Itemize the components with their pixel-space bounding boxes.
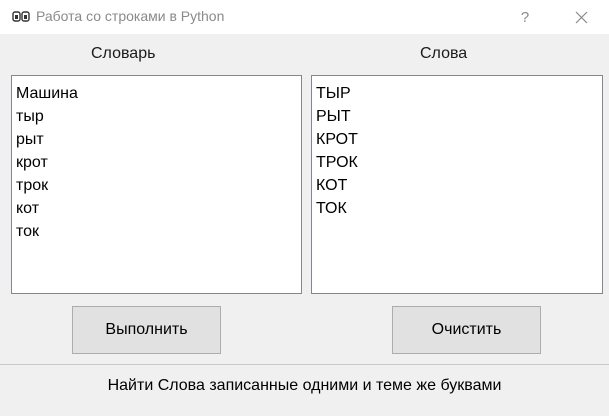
help-button[interactable]: ?: [502, 0, 548, 34]
clear-button[interactable]: Очистить: [392, 306, 541, 354]
list-item[interactable]: Машина: [16, 82, 301, 105]
divider: [0, 364, 609, 365]
run-button[interactable]: Выполнить: [72, 306, 221, 354]
words-label: Слова: [420, 45, 468, 62]
list-item[interactable]: тыр: [16, 105, 301, 128]
title-bar[interactable]: Работа со строками в Python ?: [0, 0, 609, 34]
status-text: Найти Слова записанные одними и теме же …: [107, 377, 502, 394]
list-item[interactable]: КРОТ: [316, 128, 602, 151]
words-listbox[interactable]: ТЫР РЫТ КРОТ ТРОК КОТ ТОК: [311, 75, 603, 294]
main-window: Работа со строками в Python ? Словарь Сл…: [0, 0, 609, 416]
list-item[interactable]: ток: [16, 220, 301, 243]
list-item[interactable]: ТРОК: [316, 151, 602, 174]
list-item[interactable]: крот: [16, 151, 301, 174]
list-item[interactable]: рыт: [16, 128, 301, 151]
list-item[interactable]: трок: [16, 174, 301, 197]
close-button[interactable]: [558, 0, 604, 34]
list-item[interactable]: ТОК: [316, 197, 602, 220]
window-title: Работа со строками в Python: [36, 8, 225, 24]
help-icon: ?: [520, 8, 530, 26]
list-item[interactable]: кот: [16, 197, 301, 220]
app-logo-icon: [12, 11, 30, 22]
list-item[interactable]: РЫТ: [316, 105, 602, 128]
list-item[interactable]: КОТ: [316, 174, 602, 197]
dictionary-listbox[interactable]: Машина тыр рыт крот трок кот ток: [11, 75, 302, 294]
list-item[interactable]: ТЫР: [316, 82, 602, 105]
close-icon: [575, 11, 587, 23]
dictionary-label: Словарь: [91, 45, 156, 62]
